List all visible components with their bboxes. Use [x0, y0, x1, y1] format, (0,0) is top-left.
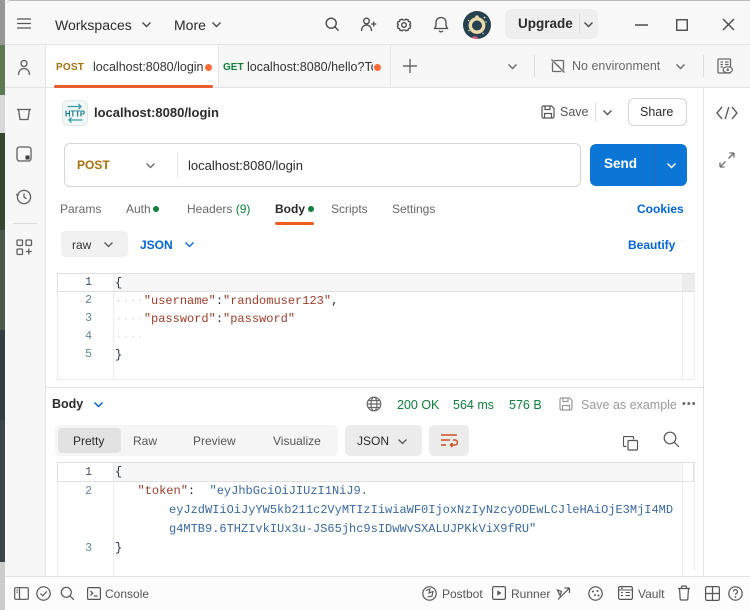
svg-text:HTTP: HTTP: [65, 109, 85, 119]
